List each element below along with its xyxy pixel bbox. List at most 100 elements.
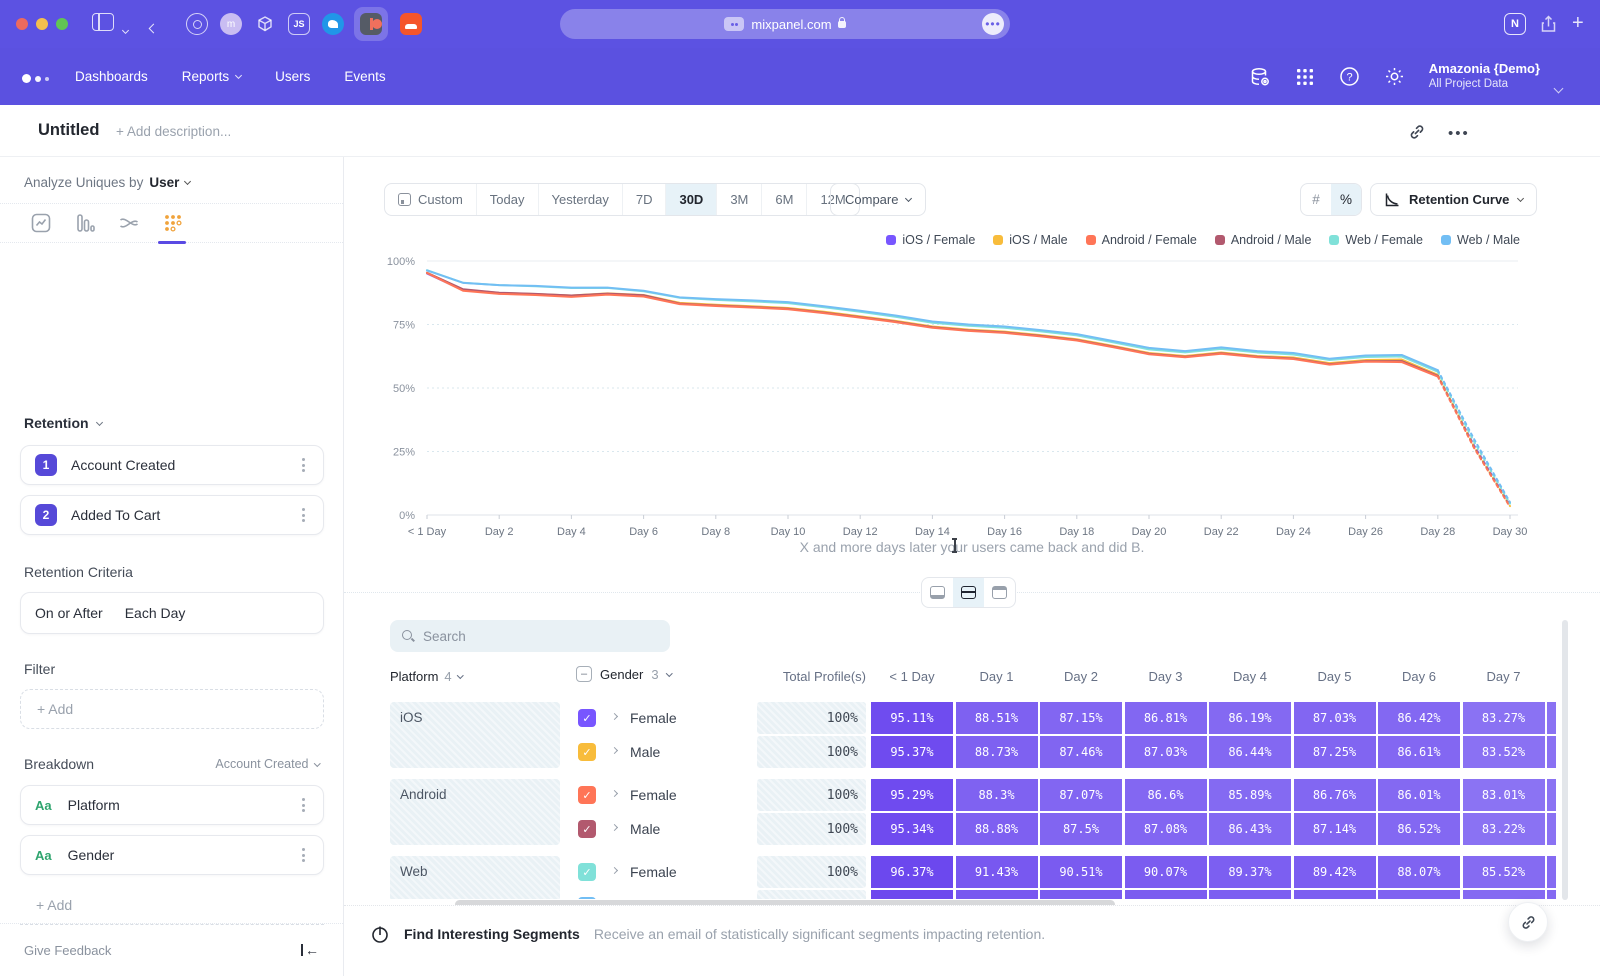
settings-gear-icon[interactable] bbox=[1384, 66, 1405, 87]
retention-cell[interactable]: 89.48% bbox=[1294, 890, 1376, 899]
day-column-header[interactable]: Day 6 bbox=[1378, 669, 1460, 684]
retention-criteria-control[interactable]: On or After Each Day bbox=[20, 592, 324, 634]
zoom-window-button[interactable] bbox=[56, 18, 68, 30]
retention-cell[interactable]: 88.34% bbox=[1378, 890, 1460, 899]
nav-item-dashboards[interactable]: Dashboards bbox=[75, 69, 148, 84]
criteria-on-or-after[interactable]: On or After bbox=[35, 605, 103, 621]
breakdown-gender[interactable]: Aa Gender bbox=[20, 835, 324, 875]
cube-app-tab-icon[interactable] bbox=[254, 13, 276, 35]
retention-cell[interactable]: 90.54% bbox=[1040, 890, 1122, 899]
day-column-header[interactable]: Day 1 bbox=[956, 669, 1038, 684]
filter-add-button[interactable]: + Add bbox=[20, 689, 324, 729]
notion-icon[interactable]: N bbox=[1504, 13, 1526, 35]
retention-cell[interactable]: 87.15% bbox=[1040, 702, 1122, 734]
retention-cell[interactable]: 83.27% bbox=[1463, 702, 1545, 734]
more-options-icon[interactable]: ••• bbox=[1448, 125, 1470, 142]
day-column-header[interactable]: Day 5 bbox=[1294, 669, 1376, 684]
retention-cell[interactable]: 95.29% bbox=[871, 779, 953, 811]
give-feedback-link[interactable]: Give Feedback bbox=[24, 943, 111, 958]
retention-cell[interactable]: 87.08% bbox=[1125, 813, 1207, 845]
retention-cell[interactable]: 86.42% bbox=[1378, 702, 1460, 734]
address-bar[interactable]: mixpanel.com ••• bbox=[560, 9, 1010, 39]
day-column-header[interactable]: Day 7 bbox=[1463, 669, 1545, 684]
day-column-header[interactable]: Day 3 bbox=[1125, 669, 1207, 684]
retention-cell[interactable]: 88.51% bbox=[956, 702, 1038, 734]
expand-chevron-icon[interactable] bbox=[611, 790, 618, 797]
select-all-checkbox[interactable]: – bbox=[576, 666, 592, 682]
breakdown-platform-menu-icon[interactable] bbox=[298, 794, 309, 816]
tab-funnels[interactable] bbox=[74, 212, 96, 234]
copy-url-fab[interactable] bbox=[1508, 902, 1548, 942]
retention-cell[interactable]: 86.01% bbox=[1378, 779, 1460, 811]
series-checkbox[interactable]: ✓ bbox=[578, 820, 596, 838]
new-tab-icon[interactable]: + bbox=[1572, 12, 1592, 32]
platform-cell[interactable]: iOS bbox=[390, 702, 560, 768]
retention-cell[interactable]: 95.11% bbox=[871, 702, 953, 734]
table-search-input[interactable]: Search bbox=[390, 620, 670, 652]
retention-cell[interactable]: 87.46% bbox=[1040, 736, 1122, 768]
retention-cell[interactable]: 86.6% bbox=[1125, 779, 1207, 811]
project-switcher[interactable]: Amazonia {Demo} All Project Data bbox=[1429, 61, 1540, 92]
platform-cell[interactable]: Android bbox=[390, 779, 560, 845]
retention-cell[interactable]: 90.51% bbox=[1040, 856, 1122, 888]
retention-cell[interactable]: 96.37% bbox=[871, 856, 953, 888]
series-checkbox[interactable]: ✓ bbox=[578, 709, 596, 727]
platform-cell[interactable]: Web bbox=[390, 856, 560, 899]
layout-top-button[interactable] bbox=[984, 578, 1015, 607]
tab-insights[interactable] bbox=[30, 212, 52, 234]
retention-cell[interactable]: 95.34% bbox=[871, 813, 953, 845]
retention-cell[interactable]: 96.34% bbox=[871, 890, 953, 899]
chevron-down-icon[interactable] bbox=[123, 20, 143, 40]
breakdown-gender-menu-icon[interactable] bbox=[298, 844, 309, 866]
retention-cell[interactable]: 87.25% bbox=[1294, 736, 1376, 768]
retention-cell[interactable]: 86.61% bbox=[1378, 736, 1460, 768]
sidebar-toggle-icon[interactable] bbox=[92, 13, 114, 31]
retention-cell[interactable]: 86.43% bbox=[1209, 813, 1291, 845]
day-column-header[interactable]: Day 4 bbox=[1209, 669, 1291, 684]
layout-bottom-button[interactable] bbox=[922, 578, 953, 607]
vertical-scrollbar[interactable] bbox=[1562, 620, 1568, 900]
minimize-window-button[interactable] bbox=[36, 18, 48, 30]
close-window-button[interactable] bbox=[16, 18, 28, 30]
report-title[interactable]: Untitled bbox=[38, 121, 99, 140]
breakdown-add-button[interactable]: + Add bbox=[20, 885, 324, 925]
patreon-app-tab-icon[interactable] bbox=[360, 13, 382, 35]
site-options-icon[interactable]: ••• bbox=[982, 13, 1004, 35]
retention-cell[interactable]: 89.37% bbox=[1209, 856, 1291, 888]
series-checkbox[interactable]: ✓ bbox=[578, 897, 596, 899]
data-management-icon[interactable] bbox=[1249, 66, 1271, 88]
retention-cell[interactable]: 85.89% bbox=[1209, 779, 1291, 811]
nav-item-reports[interactable]: Reports bbox=[182, 69, 241, 84]
copy-link-icon[interactable] bbox=[1408, 123, 1426, 146]
retention-cell[interactable]: 86.44% bbox=[1209, 736, 1291, 768]
retention-cell[interactable]: 86.81% bbox=[1125, 702, 1207, 734]
expand-chevron-icon[interactable] bbox=[611, 713, 618, 720]
series-checkbox[interactable]: ✓ bbox=[578, 786, 596, 804]
analyze-uniques-control[interactable]: Analyze Uniques by User bbox=[24, 175, 190, 190]
js-app-tab-icon[interactable]: JS bbox=[288, 13, 310, 35]
soundcloud-app-tab-icon[interactable] bbox=[400, 13, 422, 35]
retention-cell[interactable]: 95.37% bbox=[871, 736, 953, 768]
retention-cell[interactable]: 88.88% bbox=[956, 813, 1038, 845]
breakdown-scope-selector[interactable]: Account Created bbox=[215, 757, 319, 771]
tab-flows[interactable] bbox=[118, 212, 140, 234]
add-description-button[interactable]: + Add description... bbox=[116, 124, 231, 139]
retention-cell[interactable]: 83.52% bbox=[1463, 736, 1545, 768]
expand-chevron-icon[interactable] bbox=[611, 867, 618, 874]
retention-cell[interactable]: 89.42% bbox=[1294, 856, 1376, 888]
tab-retention[interactable] bbox=[162, 212, 184, 234]
retention-cell[interactable]: 91.43% bbox=[956, 856, 1038, 888]
retention-step-1[interactable]: 1 Account Created bbox=[20, 445, 324, 485]
retention-cell[interactable]: 87.14% bbox=[1294, 813, 1376, 845]
help-icon[interactable]: ? bbox=[1339, 66, 1360, 87]
analyze-value[interactable]: User bbox=[149, 175, 179, 190]
bird-app-tab-icon[interactable] bbox=[322, 13, 344, 35]
retention-section-header[interactable]: Retention bbox=[24, 415, 102, 431]
retention-cell[interactable]: 91.41% bbox=[956, 890, 1038, 899]
retention-cell[interactable]: 86.19% bbox=[1209, 702, 1291, 734]
retention-cell[interactable]: 90.07% bbox=[1125, 856, 1207, 888]
m-app-tab-icon[interactable]: m bbox=[220, 13, 242, 35]
retention-cell[interactable]: 83.22% bbox=[1463, 813, 1545, 845]
day-column-header[interactable]: < 1 Day bbox=[871, 669, 953, 684]
retention-cell[interactable]: 87.03% bbox=[1125, 736, 1207, 768]
